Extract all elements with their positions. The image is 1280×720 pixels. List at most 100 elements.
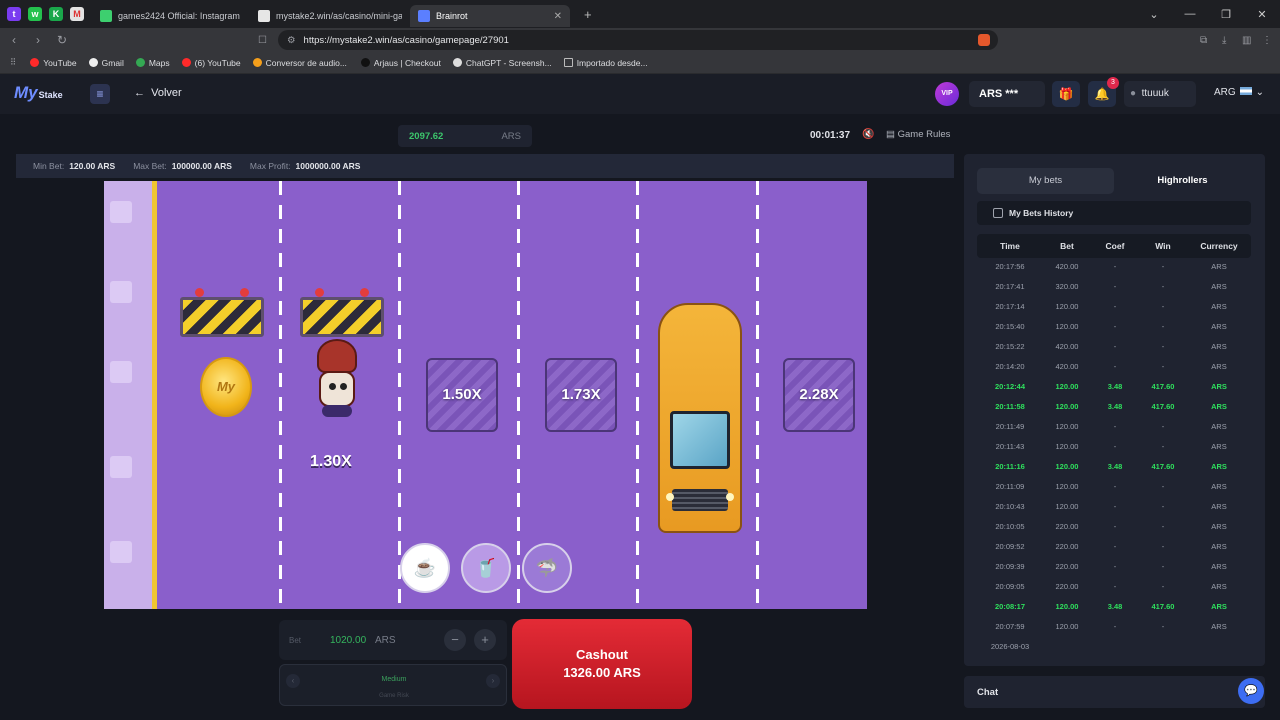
bet-history-row: 20:11:58 120.00 3.48 417.60 ARS: [977, 396, 1251, 416]
cell-bet: 420.00: [1055, 361, 1079, 371]
back-label: Volver: [151, 87, 182, 99]
character-select-bottle-icon[interactable]: 🥤: [461, 543, 511, 593]
bet-history-row: 20:17:56 420.00 - - ARS: [977, 258, 1251, 276]
cell-coef: 3.48: [1107, 461, 1123, 471]
chat-bar[interactable]: Chat: [964, 676, 1265, 708]
cell-coef: 3.48: [1107, 381, 1123, 391]
user-menu[interactable]: ● ttuuuk: [1124, 81, 1196, 107]
school-bus: [658, 303, 742, 533]
cell-time: 20:11:16: [995, 461, 1025, 471]
bet-history-row: 20:17:41 320.00 - - ARS: [977, 276, 1251, 296]
bet-history-row: 20:15:22 420.00 - - ARS: [977, 336, 1251, 356]
tab-search-icon[interactable]: ⌄: [1136, 8, 1172, 21]
cell-coef: -: [1113, 281, 1117, 291]
character-select-shark-icon[interactable]: 🦈: [522, 543, 572, 593]
bookmark-label: Conversor de audio...: [265, 57, 347, 68]
hamburger-menu-icon[interactable]: ≡: [90, 84, 110, 104]
cell-bet: 120.00: [1055, 441, 1079, 451]
currency-selector[interactable]: ARS ***: [969, 81, 1045, 107]
character-select-cup-icon[interactable]: ☕: [400, 543, 450, 593]
mute-icon[interactable]: 🔇: [862, 129, 874, 140]
new-tab-icon[interactable]: +: [584, 7, 592, 22]
chevron-right-icon[interactable]: ›: [486, 674, 500, 688]
cell-coef: -: [1113, 501, 1117, 511]
bet-amount-input[interactable]: 1020.00: [330, 635, 366, 646]
vip-badge[interactable]: VIP: [935, 82, 959, 106]
tab-my-bets[interactable]: My bets: [977, 168, 1114, 194]
bookmark-conversor[interactable]: Conversor de audio...: [252, 57, 347, 68]
cell-time: 20:09:39: [995, 561, 1025, 571]
mystake-logo[interactable]: MyStake: [14, 83, 63, 103]
bookmark-youtube-6[interactable]: (6) YouTube: [181, 58, 241, 68]
cell-cur: ARS: [1211, 381, 1227, 391]
menu-dots-icon[interactable]: ⋮: [1262, 35, 1272, 46]
cell-coef: -: [1113, 321, 1117, 331]
close-window-icon[interactable]: ✕: [1244, 8, 1280, 21]
logo-text: My: [14, 83, 38, 102]
tab-highrollers[interactable]: Highrollers: [1114, 168, 1251, 194]
forward-icon[interactable]: ›: [28, 33, 48, 47]
cell-win: -: [1161, 301, 1165, 311]
language-selector[interactable]: ARG ⌄: [1214, 87, 1264, 98]
bets-table-body[interactable]: 20:17:56 420.00- - ARS 20:17:41 320.00- - ARS 20…: [977, 258, 1251, 654]
extensions-icon[interactable]: ⧉: [1200, 35, 1207, 46]
bet-label: Bet: [289, 635, 302, 645]
bookmark-arjaus[interactable]: Arjaus | Checkout: [360, 58, 441, 68]
cashout-button[interactable]: Cashout 1326.00 ARS: [512, 619, 692, 709]
bookmark-imported-folder[interactable]: Importado desde...: [563, 58, 648, 68]
minimize-icon[interactable]: —: [1172, 8, 1208, 20]
whatsapp-icon[interactable]: w: [28, 7, 42, 21]
cell-bet: 120.00: [1055, 381, 1079, 391]
cell-time: 20:14:20: [995, 361, 1025, 371]
decrease-bet-button[interactable]: −: [444, 629, 466, 651]
restore-icon[interactable]: ❐: [1208, 8, 1244, 21]
risk-selector[interactable]: ‹ Medium Game Risk ›: [279, 664, 507, 706]
download-icon[interactable]: ⤓: [1222, 35, 1226, 46]
cell-coef: 3.48: [1107, 601, 1123, 611]
browser-tab-mini-games[interactable]: mystake2.win/as/casino/mini-games: [250, 5, 410, 27]
brave-shield-icon[interactable]: [978, 34, 990, 46]
lane-divider: [279, 181, 282, 609]
bookmark-maps[interactable]: Maps: [135, 58, 170, 68]
close-tab-icon[interactable]: ✕: [554, 11, 562, 22]
bet-history-row: 20:17:14 120.00 - - ARS: [977, 296, 1251, 316]
cell-coef: -: [1113, 581, 1117, 591]
lane-multiplier-tile[interactable]: 1.50X: [426, 358, 498, 432]
username: ttuuuk: [1141, 88, 1169, 99]
sidebar-icon[interactable]: ▥: [1242, 35, 1251, 46]
reload-icon[interactable]: ↻: [52, 33, 72, 47]
apps-grid-icon[interactable]: ⠿: [10, 57, 16, 68]
twitch-icon[interactable]: t: [7, 7, 21, 21]
cell-win: -: [1161, 321, 1165, 331]
cell-coef: -: [1113, 481, 1117, 491]
game-rules-button[interactable]: ▤ Game Rules: [886, 129, 950, 140]
site-info-icon[interactable]: ⚙: [287, 35, 296, 46]
date-label: 2026-08-03: [990, 641, 1030, 651]
url-field[interactable]: ⚙ https://mystake2.win/as/casino/gamepag…: [278, 30, 998, 50]
balance-currency: ARS: [501, 130, 521, 142]
chat-bubble-icon[interactable]: 💬: [1238, 678, 1264, 704]
increase-bet-button[interactable]: +: [474, 629, 496, 651]
lane-multiplier-tile[interactable]: 1.73X: [545, 358, 617, 432]
bookmark-icon[interactable]: ☐: [258, 35, 267, 46]
lane-divider: [517, 181, 520, 609]
cell-cur: ARS: [1211, 581, 1227, 591]
browser-tab-instagram[interactable]: games2424 Official: Instagram | Link...: [92, 5, 250, 27]
bookmark-youtube[interactable]: YouTube: [30, 58, 77, 68]
gmail-icon[interactable]: M: [70, 7, 84, 21]
bookmark-chatgpt[interactable]: ChatGPT - Screensh...: [452, 58, 552, 68]
url-text: https://mystake2.win/as/casino/gamepage/…: [303, 34, 509, 46]
risk-label: Game Risk: [379, 693, 409, 699]
cell-win: 417.60: [1151, 601, 1175, 611]
back-button[interactable]: ← Volver: [134, 87, 182, 99]
game-board[interactable]: My 1.30X 1.50X 1.73X 2.28X ☕ 🥤 🦈: [104, 181, 867, 609]
bet-history-row: 20:15:40 120.00 - - ARS: [977, 316, 1251, 336]
cell-time: 20:07:59: [995, 621, 1025, 631]
lane-multiplier-tile[interactable]: 2.28X: [783, 358, 855, 432]
browser-tab-brainrot[interactable]: Brainrot ✕: [410, 5, 570, 27]
bookmark-gmail[interactable]: Gmail: [88, 58, 124, 68]
kick-icon[interactable]: K: [49, 7, 63, 21]
gift-icon[interactable]: 🎁: [1052, 81, 1080, 107]
max-bet-label: Max Bet:: [133, 161, 167, 171]
back-icon[interactable]: ‹: [4, 33, 24, 47]
